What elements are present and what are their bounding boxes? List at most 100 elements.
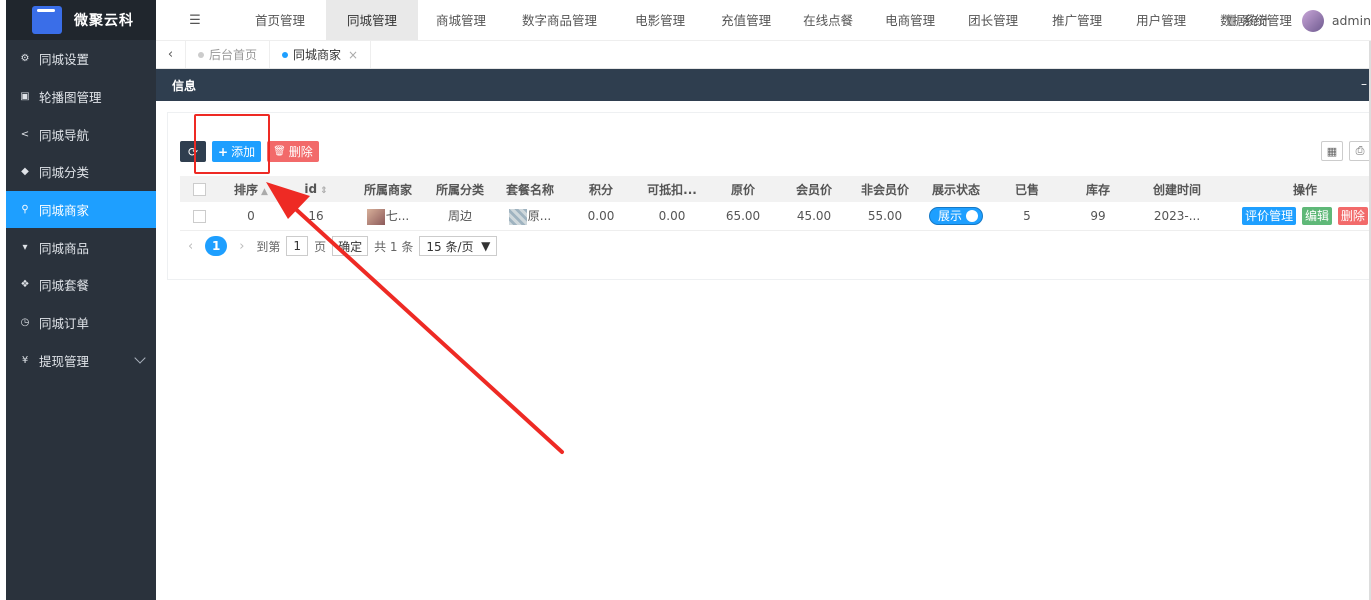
page-suffix: 页 [314,239,327,254]
top-nav-system[interactable]: 系统管理 [1242,0,1292,40]
column-header[interactable]: id ⇕ [284,176,348,202]
cubes-icon: ❖ [20,279,30,291]
column-header: 会员价 [776,176,852,202]
package-thumbnail[interactable] [508,208,527,225]
sidebar-item[interactable]: ⚙ 同城设置 [6,40,156,78]
sidebar-item[interactable]: ▾ 同城商品 [6,228,156,266]
page-tab-label: 同城商家 [293,48,342,62]
column-header[interactable]: 排序 ▲ [218,176,284,202]
gear-icon: ⚙ [20,53,30,65]
prev-page-icon[interactable]: ‹ [188,239,193,254]
top-nav-tab[interactable]: 数字商品管理 [504,0,615,40]
top-nav-tab[interactable]: 推广管理 [1035,0,1119,40]
merchant-thumbnail[interactable] [366,208,385,225]
sidebar-item[interactable]: ◷ 同城订单 [6,304,156,342]
trash-icon: 🗑 [273,146,286,157]
column-header: 原价 [710,176,776,202]
sidebar-item-label: 同城导航 [39,127,90,143]
cart-icon: ▾ [22,241,28,253]
sort-icon[interactable]: ⇕ [320,186,328,196]
table-row: 0 16 七... 周边 原... 0.00 0.00 65.00 45.00 … [180,202,1371,231]
panel-title: 信息 [172,78,197,93]
sidebar-item-label: 同城设置 [39,52,90,68]
toggle-knob [966,209,978,222]
page-input[interactable]: 1 [286,236,309,256]
user-name[interactable]: admin [1332,13,1371,28]
pagination: ‹ 1 › 到第 1 页 确定 共 1 条 15 条/页 ▼ [188,236,498,256]
page-tab-home[interactable]: 后台首页 [186,41,271,68]
review-button[interactable]: 评价管理 [1242,206,1297,225]
column-header: 展示状态 [918,176,994,202]
select-all-checkbox[interactable] [180,176,218,202]
cell-actions: 评价管理 编辑 删除 [1218,202,1371,231]
chevron-left-icon[interactable]: ‹ [156,41,186,68]
collapse-icon[interactable]: – [1361,77,1367,91]
logo[interactable]: 微聚云科 [6,0,156,40]
cell-points: 0.00 [568,202,634,231]
menu-toggle-icon[interactable]: ☰ [156,13,234,28]
confirm-button[interactable]: 确定 [332,236,369,256]
tab-dot-icon [282,51,289,58]
cell-member-price: 45.00 [776,202,852,231]
chevron-down-icon [134,351,146,364]
top-nav-tab[interactable]: 用户管理 [1119,0,1203,40]
table-header-row: 排序 ▲ id ⇕ 所属商家 所属分类 套餐名称 积分 可抵扣... 原价 会员价 … [180,176,1371,202]
top-nav-tab[interactable]: 电影管理 [615,0,705,40]
page-size-select[interactable]: 15 条/页 ▼ [419,236,498,256]
sidebar-item-label: 同城套餐 [39,278,90,294]
sidebar-item[interactable]: ¥ 提现管理 [6,342,156,380]
row-checkbox[interactable] [180,202,218,231]
logo-icon [32,6,62,34]
sidebar-item[interactable]: ⚲ 同城商家 [6,190,156,229]
close-icon[interactable]: × [348,48,358,62]
delete-button[interactable]: 🗑 删除 [267,141,319,162]
page-tab-label: 后台首页 [209,48,258,62]
column-header: 所属分类 [428,176,492,202]
dropdown-icon: ▼ [481,239,491,253]
top-nav-tab[interactable]: 首页管理 [234,0,326,40]
sort-icon[interactable]: ▲ [261,187,268,197]
sidebar-item[interactable]: ❖ 同城套餐 [6,266,156,304]
top-right-area: 🗑 系统管理 admin [1223,0,1371,40]
sidebar-item-label: 轮播图管理 [39,90,102,106]
page-number-current[interactable]: 1 [205,236,228,256]
edit-button[interactable]: 编辑 [1301,206,1332,225]
sidebar-item[interactable]: ◆ 同城分类 [6,153,156,191]
goto-label: 到第 [256,239,281,254]
print-icon[interactable]: ⎙ [1349,141,1371,161]
cell-original-price: 65.00 [710,202,776,231]
sidebar-item[interactable]: < 同城导航 [6,115,156,153]
column-header: 套餐名称 [492,176,568,202]
sidebar-item-label: 同城分类 [39,165,90,181]
top-nav-tab[interactable]: 充值管理 [705,0,787,40]
status-toggle[interactable]: 展示 [928,206,983,225]
image-icon: ▣ [20,91,30,103]
avatar[interactable] [1301,9,1324,32]
sidebar-item-label: 同城商品 [39,240,90,256]
top-nav-tab[interactable]: 同城管理 [326,0,419,40]
page-tab-merchant[interactable]: 同城商家 × [270,41,372,68]
cell-sold: 5 [994,202,1060,231]
row-delete-button[interactable]: 删除 [1337,206,1368,225]
column-header: 积分 [568,176,634,202]
page-tabbar: ‹ 后台首页 同城商家 × [156,41,1371,69]
cell-created: 2023-... [1136,202,1218,231]
location-pin-icon: ⚲ [21,204,29,216]
sidebar-item-label: 同城商家 [39,203,90,219]
top-nav-tab[interactable]: 在线点餐 [787,0,869,40]
yen-icon: ¥ [21,354,29,366]
top-nav-tab[interactable]: 商城管理 [418,0,504,40]
column-header: 操作 [1218,176,1371,202]
cell-stock: 99 [1060,202,1136,231]
top-nav-tab[interactable]: 团长管理 [951,0,1035,40]
next-page-icon[interactable]: › [239,239,244,254]
table-tools: ▦ ⎙ [1315,141,1371,161]
cell-non-member-price: 55.00 [852,202,918,231]
columns-filter-icon[interactable]: ▦ [1321,141,1343,161]
top-nav-tab[interactable]: 电商管理 [869,0,951,40]
delete-button-label: 删除 [288,145,313,159]
trash-icon: 🗑 [1223,14,1238,27]
total-count: 共 1 条 [374,239,414,254]
top-nav-tabs: 首页管理 同城管理 商城管理 数字商品管理 电影管理 充值管理 在线点餐 电商管理 团长管理 推广… [234,0,1287,40]
sidebar-item[interactable]: ▣ 轮播图管理 [6,78,156,116]
